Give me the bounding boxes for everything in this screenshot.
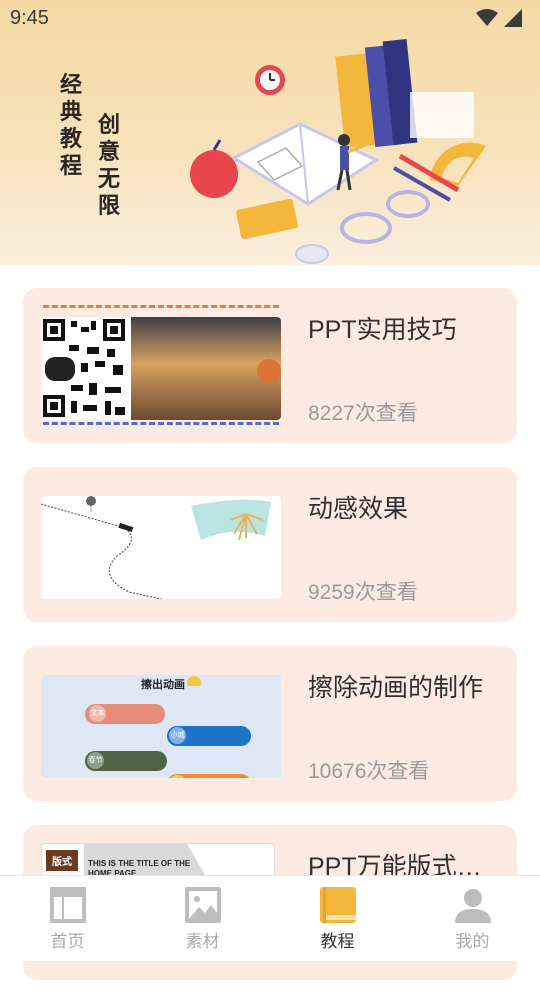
dashed-divider-top xyxy=(43,305,279,308)
banner-char: 经 xyxy=(59,72,82,98)
thumb-pill-label: 春节 xyxy=(87,752,104,769)
tutorial-thumbnail: 擦出动画 文本 小城 春节 标签 xyxy=(41,675,281,778)
tab-label: 我的 xyxy=(455,932,490,951)
cell-signal-icon xyxy=(504,9,522,27)
banner-char: 意 xyxy=(97,139,120,165)
eraser-icon xyxy=(295,244,329,264)
tab-label: 首页 xyxy=(50,932,85,951)
glasses-icon xyxy=(340,190,430,244)
banner-char: 教 xyxy=(59,126,82,152)
status-bar: 9:45 xyxy=(0,0,540,36)
tab-label: 教程 xyxy=(320,932,355,951)
banner-char: 典 xyxy=(59,99,82,125)
banner-char: 限 xyxy=(97,193,120,219)
banner-illustration xyxy=(190,39,486,264)
tutorial-thumbnail xyxy=(41,317,281,420)
thumb-pill: 标签 xyxy=(167,774,251,778)
thumb-pill-label: 标签 xyxy=(169,775,186,778)
status-time: 9:45 xyxy=(10,6,49,29)
banner-calligraphy-line-1: 经 典 教 程 xyxy=(58,72,84,180)
card-title: 擦除动画的制作 xyxy=(308,674,484,702)
tutorial-card[interactable]: 动感效果 9259次查看 xyxy=(23,467,517,622)
thumb-layout-tag: 版式 xyxy=(46,850,78,871)
tab-home[interactable]: 首页 xyxy=(0,876,135,961)
thumb-pill: 文本 xyxy=(85,704,165,724)
apple-icon xyxy=(190,139,238,198)
tutorial-thumbnail xyxy=(41,496,281,599)
tab-material[interactable]: 素材 xyxy=(135,876,270,961)
thumb-erase-title: 擦出动画 xyxy=(141,679,185,691)
wifi-icon xyxy=(476,9,498,26)
card-title: PPT实用技巧 xyxy=(308,316,457,344)
status-icons xyxy=(476,9,522,27)
thumb-pill-label: 小城 xyxy=(169,727,186,744)
banner: 经 典 教 程 创 意 无 限 xyxy=(0,0,540,265)
books-icon xyxy=(335,39,474,149)
book-icon xyxy=(319,887,356,923)
tab-tutorial[interactable]: 教程 xyxy=(270,876,405,961)
thumb-pill: 小城 xyxy=(167,726,251,746)
tutorial-card[interactable]: 擦出动画 文本 小城 春节 标签 擦除动画的制作 10676次查看 xyxy=(23,646,517,801)
banner-char: 程 xyxy=(59,153,82,179)
user-icon xyxy=(454,889,491,923)
tutorial-card[interactable]: PPT实用技巧 8227次查看 xyxy=(23,288,517,443)
card-title: 动感效果 xyxy=(308,495,409,523)
image-icon xyxy=(184,887,221,923)
card-view-count: 9259次查看 xyxy=(308,581,418,604)
sticky-note-icon xyxy=(236,198,298,240)
tab-mine[interactable]: 我的 xyxy=(405,876,540,961)
thumb-pill-label: 文本 xyxy=(89,705,106,722)
banner-calligraphy-line-2: 创 意 无 限 xyxy=(96,112,122,220)
bottom-tab-bar: 首页 素材 教程 我的 xyxy=(0,875,540,961)
banner-char: 创 xyxy=(97,112,120,138)
dashed-divider-bottom xyxy=(43,422,279,425)
qr-code-icon xyxy=(41,317,129,420)
banner-char: 无 xyxy=(97,166,120,192)
clock-icon xyxy=(255,65,285,95)
thumb-pill: 春节 xyxy=(85,751,167,771)
turtle-icon xyxy=(187,676,201,686)
card-view-count: 10676次查看 xyxy=(308,760,430,783)
home-icon xyxy=(49,887,86,923)
tab-label: 素材 xyxy=(185,932,220,951)
card-view-count: 8227次查看 xyxy=(308,402,418,425)
